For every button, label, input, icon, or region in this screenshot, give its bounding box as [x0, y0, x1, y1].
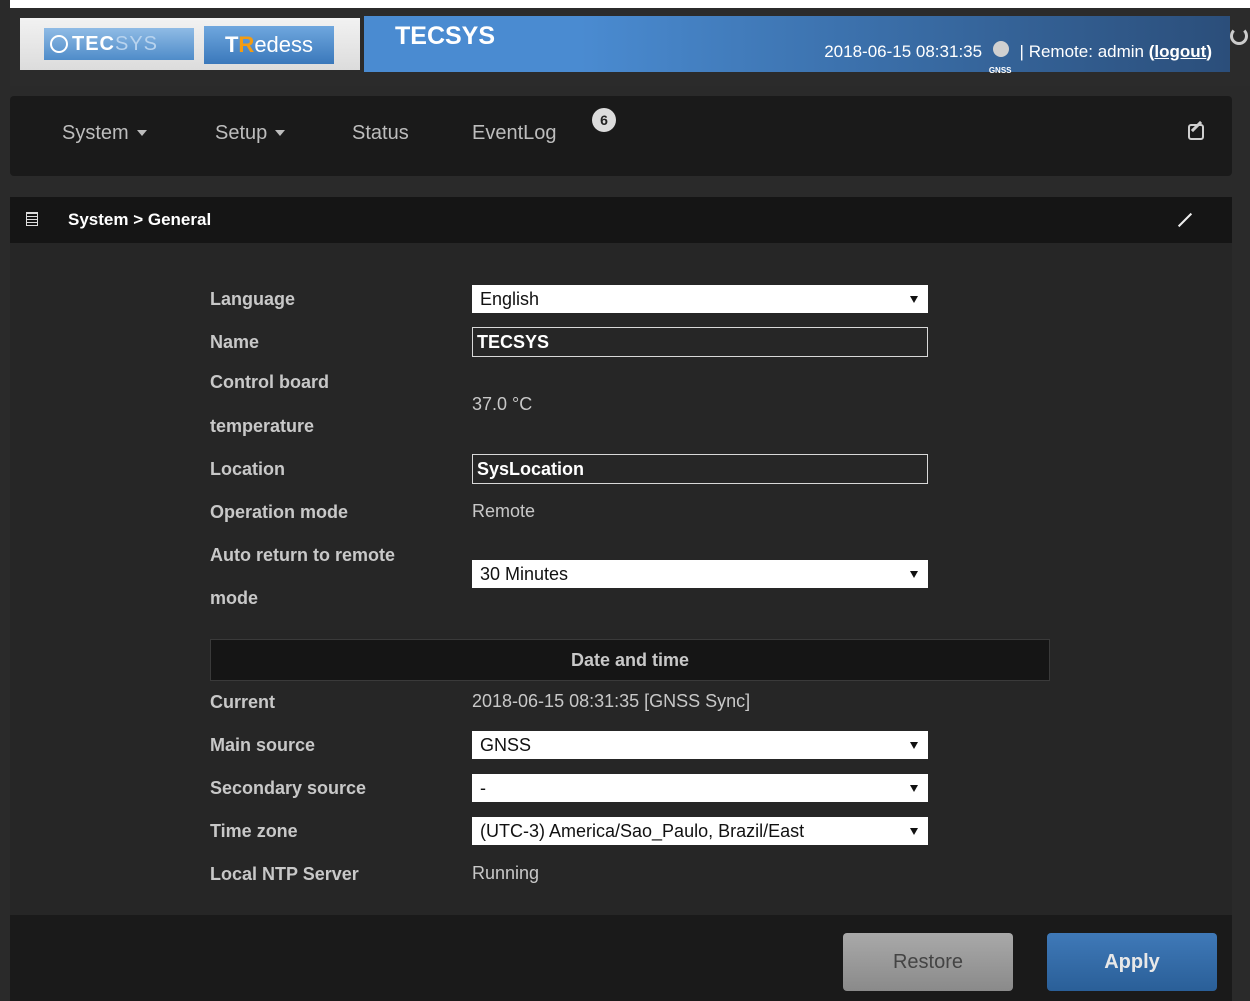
logo-redess-r: R [238, 32, 255, 57]
tecsys-logo: TECSYS [44, 28, 194, 60]
nav-status[interactable]: Status [352, 122, 409, 145]
refresh-icon[interactable] [1230, 27, 1248, 45]
dropdown-arrow-icon [910, 828, 918, 835]
date-time-section-header: Date and time [210, 639, 1050, 681]
auto-return-label-line1: Auto return to remote [210, 545, 396, 565]
nav-system[interactable]: System [62, 122, 147, 145]
main-source-label: Main source [210, 735, 316, 755]
auto-return-label-line2: mode [210, 588, 259, 608]
nav-system-label: System [62, 122, 129, 144]
main-navbar: System Setup Status EventLog 6 [10, 96, 1232, 176]
title-bar: TECSYS 2018-06-15 08:31:35 GNSS | Remote… [364, 16, 1230, 75]
globe-icon [50, 35, 68, 53]
collapse-icon[interactable] [1178, 213, 1192, 227]
secondary-source-label: Secondary source [210, 778, 367, 798]
top-header: TECSYS TRedess TECSYS 2018-06-15 08:31:3… [10, 0, 1250, 86]
nav-setup[interactable]: Setup [215, 122, 286, 145]
header-datetime: 2018-06-15 08:31:35 [824, 42, 983, 61]
main-source-select[interactable]: GNSS [472, 731, 928, 759]
location-label: Location [210, 459, 285, 479]
temperature-value: 37.0 °C [472, 394, 533, 414]
nav-setup-label: Setup [215, 122, 268, 144]
time-zone-label: Time zone [210, 821, 298, 841]
panel-header: System > General [10, 197, 1232, 243]
operation-mode-label: Operation mode [210, 502, 349, 522]
main-source-select-value: GNSS [480, 735, 532, 755]
panel-body: Language English Name TECSYS Control boa… [10, 243, 1232, 915]
apply-button[interactable]: Apply [1047, 933, 1217, 991]
name-input[interactable]: TECSYS [472, 327, 928, 357]
time-zone-select-value: (UTC-3) America/Sao_Paulo, Brazil/East [480, 821, 805, 841]
language-label: Language [210, 289, 296, 309]
ntp-server-value: Running [472, 863, 540, 883]
language-select-value: English [480, 289, 540, 309]
logo-area: TECSYS TRedess [20, 18, 360, 70]
time-zone-select[interactable]: (UTC-3) America/Sao_Paulo, Brazil/East [472, 817, 928, 845]
header-status: 2018-06-15 08:31:35 GNSS | Remote: admin… [824, 41, 1212, 75]
gnss-icon-label: GNSS [988, 66, 1012, 75]
logo-tecsys-suffix: SYS [115, 33, 159, 55]
top-border [10, 0, 1250, 8]
chevron-down-icon [136, 130, 147, 136]
location-input[interactable]: SysLocation [472, 454, 928, 484]
edit-icon[interactable] [1188, 124, 1204, 140]
secondary-source-select-value: - [480, 778, 486, 798]
dropdown-arrow-icon [910, 296, 918, 303]
operation-mode-value: Remote [472, 501, 536, 521]
logo-tecsys-prefix: TEC [72, 33, 115, 55]
dropdown-arrow-icon [910, 785, 918, 792]
secondary-source-select[interactable]: - [472, 774, 928, 802]
logo-redess-t: T [224, 32, 239, 57]
eventlog-badge: 6 [592, 108, 616, 132]
logo-redess-rest: edess [254, 32, 314, 57]
auto-return-select-value: 30 Minutes [480, 564, 569, 584]
current-time-value: 2018-06-15 08:31:35 [GNSS Sync] [472, 691, 751, 711]
app-title: TECSYS [395, 22, 496, 50]
nav-eventlog[interactable]: EventLog [472, 122, 557, 145]
app-frame: TECSYS TRedess TECSYS 2018-06-15 08:31:3… [0, 0, 1250, 1001]
list-icon [26, 212, 38, 226]
name-label: Name [210, 332, 260, 352]
temperature-label-line2: temperature [210, 416, 315, 436]
redess-logo: TRedess [204, 26, 334, 64]
auto-return-select[interactable]: 30 Minutes [472, 560, 928, 588]
panel-title: System > General [68, 210, 212, 229]
temperature-label-line1: Control board [210, 372, 329, 392]
restore-button[interactable]: Restore [843, 933, 1013, 991]
dropdown-arrow-icon [910, 571, 918, 578]
chevron-down-icon [275, 130, 286, 136]
form-footer: Restore Apply [10, 915, 1232, 1001]
language-select[interactable]: English [472, 285, 928, 313]
current-time-label: Current [210, 692, 276, 712]
dropdown-arrow-icon [910, 742, 918, 749]
ntp-server-label: Local NTP Server [210, 864, 359, 884]
gnss-icon: GNSS [989, 41, 1013, 75]
